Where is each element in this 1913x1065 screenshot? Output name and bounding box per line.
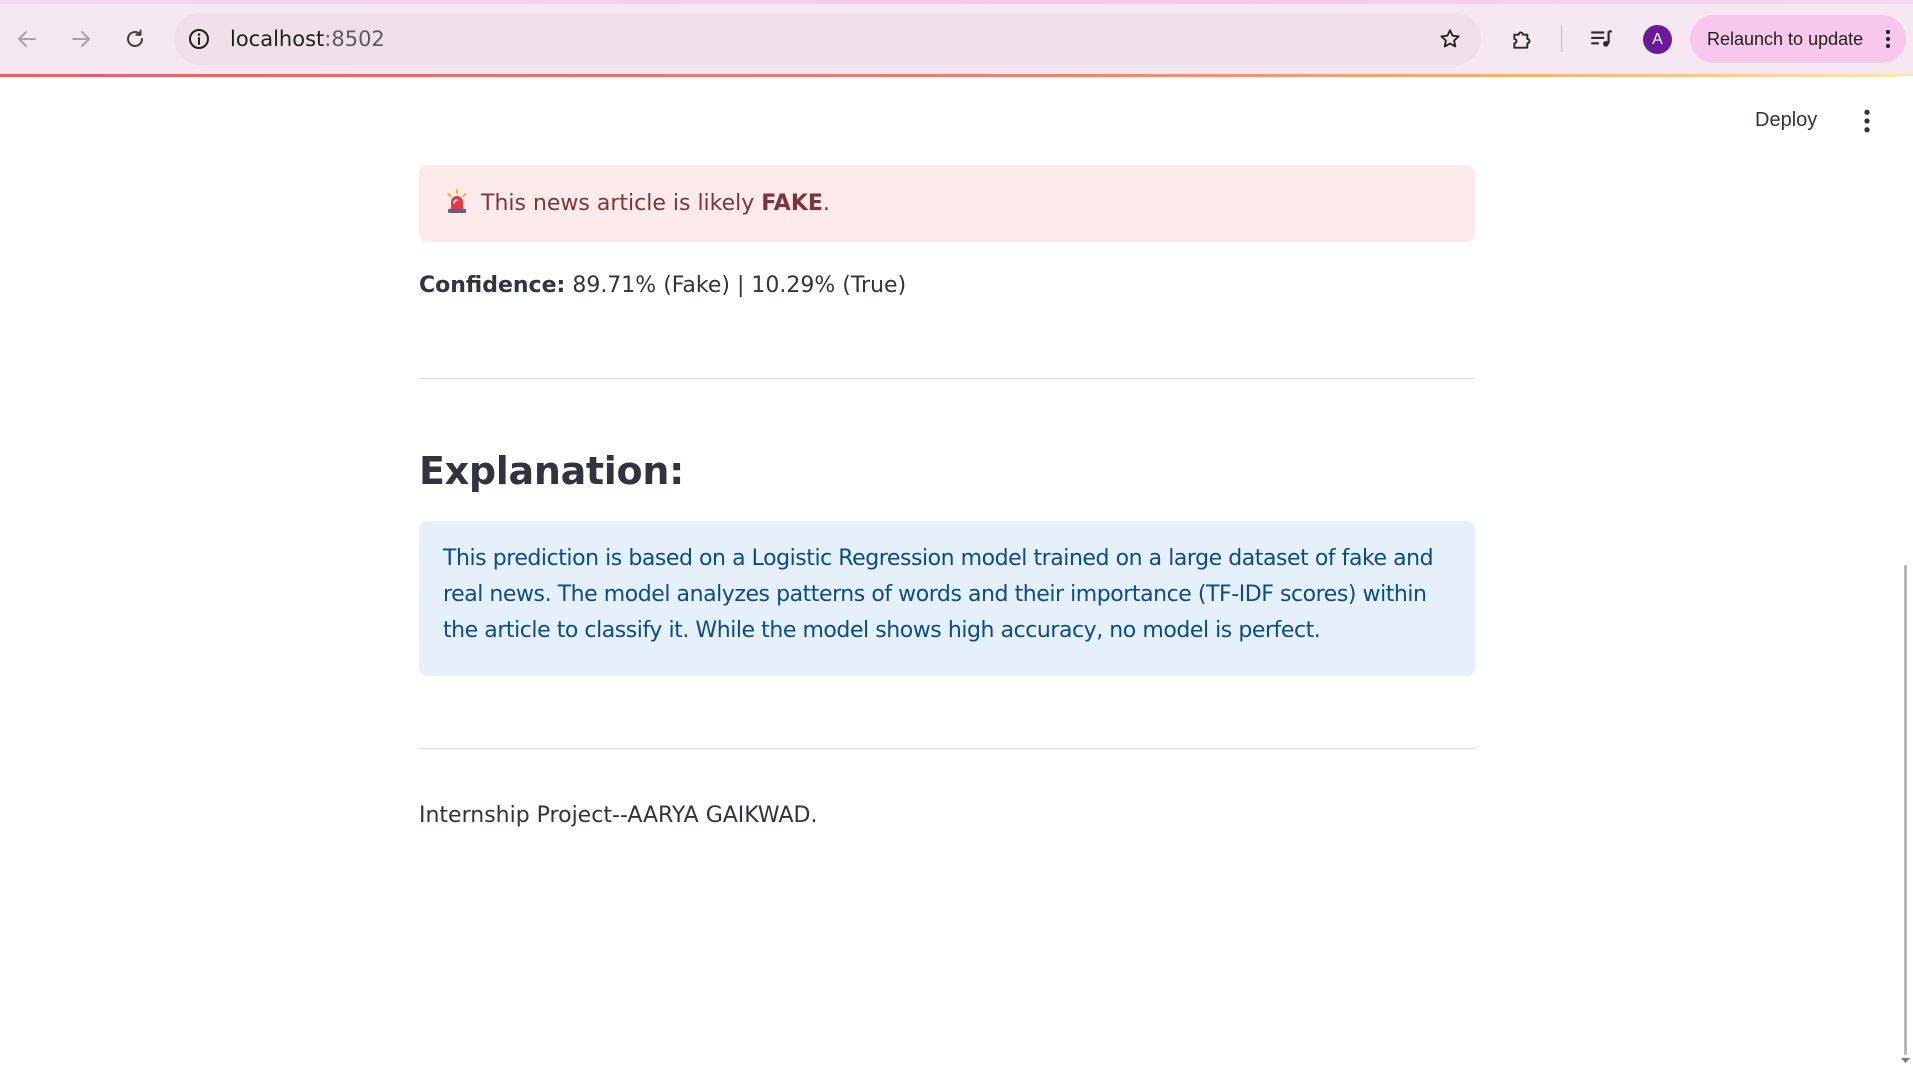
- divider: [419, 748, 1475, 749]
- prediction-alert-text: This news article is likely FAKE.: [481, 165, 830, 242]
- alert-suffix: .: [822, 191, 830, 216]
- reload-icon: [127, 29, 143, 47]
- browser-toolbar: localhost:8502 A Relaunch to update: [0, 0, 1913, 77]
- confidence-line: Confidence: 89.71% (Fake) | 10.29% (True…: [419, 268, 906, 304]
- scroll-down-arrow-icon[interactable]: [1900, 1057, 1911, 1064]
- arrow-left-icon: [18, 31, 36, 47]
- alert-prefix: This news article is likely: [481, 191, 762, 216]
- prediction-alert: This news article is likely FAKE.: [419, 165, 1475, 242]
- main-menu-button[interactable]: [1852, 106, 1882, 136]
- confidence-value: 89.71% (Fake) | 10.29% (True): [565, 273, 907, 298]
- back-button[interactable]: [8, 20, 46, 58]
- alert-verdict: FAKE: [761, 191, 823, 216]
- tab-strip-edge: [0, 0, 1913, 4]
- relaunch-label: Relaunch to update: [1707, 29, 1864, 49]
- scrollbar-thumb[interactable]: [1904, 565, 1907, 1055]
- info-icon: [189, 29, 209, 49]
- extensions-button[interactable]: [1504, 20, 1542, 58]
- media-controls-button[interactable]: [1582, 20, 1620, 58]
- arrow-right-icon: [72, 31, 90, 47]
- address-bar[interactable]: localhost:8502: [174, 13, 1481, 65]
- site-info-button[interactable]: [186, 26, 212, 52]
- media-queue-icon: [1591, 30, 1612, 47]
- star-icon: [1440, 29, 1460, 48]
- relaunch-to-update-button[interactable]: Relaunch to update: [1690, 15, 1906, 63]
- profile-avatar[interactable]: A: [1643, 25, 1672, 54]
- reload-button[interactable]: [116, 20, 154, 58]
- confidence-label: Confidence:: [419, 273, 566, 298]
- explanation-info-box: This prediction is based on a Logistic R…: [419, 521, 1475, 676]
- forward-button[interactable]: [62, 20, 100, 58]
- siren-icon: [447, 189, 467, 213]
- url-text[interactable]: localhost:8502: [230, 13, 385, 65]
- page-load-gradient-bar: [0, 74, 1913, 77]
- footer-credit: Internship Project--AARYA GAIKWAD.: [419, 803, 818, 828]
- explanation-text: This prediction is based on a Logistic R…: [443, 546, 1434, 643]
- explanation-heading: Explanation:: [419, 449, 684, 493]
- vertical-dots-icon: [1886, 30, 1890, 48]
- deploy-button[interactable]: Deploy: [1755, 103, 1817, 137]
- url-host: localhost: [230, 27, 325, 51]
- puzzle-icon: [1513, 31, 1531, 49]
- toolbar-divider: [1561, 26, 1562, 52]
- divider: [419, 378, 1475, 379]
- url-port: :8502: [324, 27, 385, 51]
- bookmark-button[interactable]: [1437, 26, 1463, 52]
